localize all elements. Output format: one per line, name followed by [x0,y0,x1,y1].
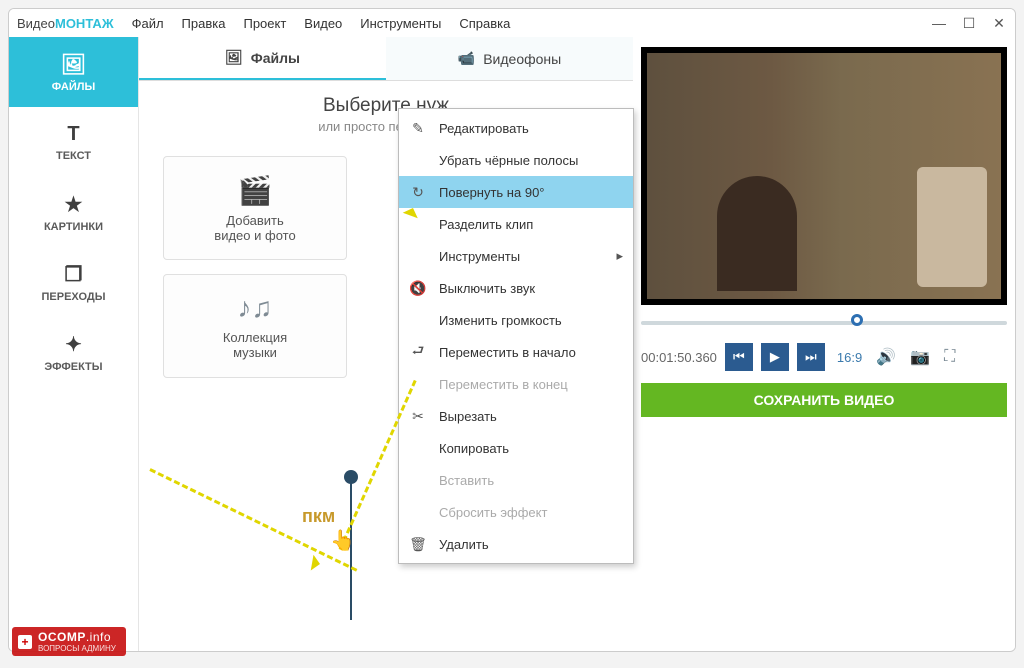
menu-item-label: Выключить звук [439,281,535,296]
card-label: Добавить видео и фото [214,213,295,243]
context-menu: ✎ Редактировать Убрать чёрные полосы ↻ Повер… [398,108,634,564]
sidebar-item-text[interactable]: T ТЕКСТ [9,107,138,177]
sidebar-label: ЭФФЕКТЫ [44,361,102,373]
menu-bar: Файл Правка Проект Видео Инструменты Спр… [132,16,511,31]
menu-item-label: Изменить громкость [439,313,562,328]
sidebar-label: ФАЙЛЫ [52,81,95,93]
context-menu-item[interactable]: ✎ Редактировать [399,112,633,144]
image-icon: 🖼 [61,52,86,77]
menu-item-label: Сбросить эффект [439,505,547,520]
submenu-arrow-icon: ▸ [616,248,623,264]
menu-video[interactable]: Видео [304,16,342,31]
app-name-suffix: МОНТАЖ [55,16,114,31]
top-tabs: 🖼 Файлы 📹 Видеофоны [139,37,633,81]
prev-button[interactable]: ⏮ [725,343,753,371]
menu-item-icon: 🗑 [409,536,427,553]
menu-item-icon: 🔇 [409,280,427,297]
clapper-icon: 🎬 [238,174,273,207]
tab-label: Видеофоны [483,51,561,67]
sidebar-label: ТЕКСТ [56,150,91,162]
context-menu-item[interactable]: Изменить громкость [399,304,633,336]
wand-icon: ✦ [65,332,82,357]
menu-item-label: Повернуть на 90° [439,185,545,200]
watermark-suffix: .info [86,630,111,644]
context-menu-item[interactable]: 🔇 Выключить звук [399,272,633,304]
menu-item-label: Удалить [439,537,489,552]
sidebar-item-files[interactable]: 🖼 ФАЙЛЫ [9,37,138,107]
sidebar-label: КАРТИНКИ [44,221,103,233]
menu-item-label: Редактировать [439,121,529,136]
menu-help[interactable]: Справка [459,16,510,31]
menu-item-label: Переместить в конец [439,377,568,392]
context-menu-item[interactable]: 🗑 Удалить [399,528,633,560]
transitions-icon: ❐ [65,262,83,287]
annotation-right-click: пкм [302,506,335,527]
title-bar: ВидеоМОНТАЖ Файл Правка Проект Видео Инс… [9,9,1015,37]
left-sidebar: 🖼 ФАЙЛЫ T ТЕКСТ ★ КАРТИНКИ ❐ ПЕРЕХОДЫ ✦ ЭФФЕК… [9,37,139,651]
sidebar-item-effects[interactable]: ✦ ЭФФЕКТЫ [9,317,138,387]
menu-item-icon: ✎ [409,120,427,137]
menu-item-label: Вставить [439,473,494,488]
menu-file[interactable]: Файл [132,16,164,31]
timecode: 00:01:50.360 [641,350,717,365]
fullscreen-icon[interactable]: ⛶ [944,348,955,366]
snapshot-icon[interactable]: 📷 [910,347,930,367]
context-menu-item: Сбросить эффект [399,496,633,528]
context-menu-item: Переместить в конец [399,368,633,400]
menu-item-label: Копировать [439,441,509,456]
menu-item-label: Инструменты [439,249,520,264]
next-button[interactable]: ⏭ [797,343,825,371]
tab-label: Файлы [251,50,300,66]
menu-item-icon: ⮐ [409,340,427,364]
menu-tools[interactable]: Инструменты [360,16,441,31]
menu-item-label: Убрать чёрные полосы [439,153,578,168]
sidebar-item-pictures[interactable]: ★ КАРТИНКИ [9,177,138,247]
player-controls: 00:01:50.360 ⏮ ▶ ⏭ 16:9 🔊 📷 ⛶ [633,339,1015,381]
watermark-brand: OCOMP [38,630,86,644]
text-icon: T [67,123,79,146]
context-menu-item[interactable]: Копировать [399,432,633,464]
music-icon: ♪♫ [238,292,273,324]
save-video-button[interactable]: СОХРАНИТЬ ВИДЕО [641,383,1007,417]
add-video-card[interactable]: 🎬 Добавить видео и фото [163,156,347,260]
play-button[interactable]: ▶ [761,343,789,371]
menu-item-label: Переместить в начало [439,345,576,360]
video-preview [641,47,1007,305]
context-menu-item[interactable]: Убрать чёрные полосы [399,144,633,176]
plus-icon: + [18,635,32,649]
context-menu-item[interactable]: ✂ Вырезать [399,400,633,432]
menu-item-label: Разделить клип [439,217,533,232]
camera-icon: 📹 [458,50,475,67]
sidebar-item-transitions[interactable]: ❐ ПЕРЕХОДЫ [9,247,138,317]
card-label: Коллекция музыки [223,330,287,360]
window-minimize-button[interactable]: — [931,15,947,32]
menu-item-icon: ✂ [409,408,427,425]
scrub-bar[interactable] [641,313,1007,333]
sidebar-label: ПЕРЕХОДЫ [42,291,106,303]
context-menu-item[interactable]: ↻ Повернуть на 90° [399,176,633,208]
watermark: + OCOMP.info ВОПРОСЫ АДМИНУ [12,627,126,656]
star-icon: ★ [65,192,83,217]
context-menu-item[interactable]: ⮐ Переместить в начало [399,336,633,368]
menu-edit[interactable]: Правка [182,16,226,31]
music-collection-card[interactable]: ♪♫ Коллекция музыки [163,274,347,378]
picture-icon: 🖼 [225,49,243,66]
menu-item-label: Вырезать [439,409,497,424]
context-menu-item: Вставить [399,464,633,496]
scrub-handle[interactable] [851,314,863,326]
context-menu-item[interactable]: Инструменты ▸ [399,240,633,272]
context-menu-item[interactable]: Разделить клип [399,208,633,240]
menu-project[interactable]: Проект [243,16,286,31]
volume-icon[interactable]: 🔊 [876,347,896,367]
cursor-icon: 👆 [330,528,355,553]
app-name-prefix: Видео [17,16,55,31]
tab-backgrounds[interactable]: 📹 Видеофоны [386,37,633,80]
tab-files[interactable]: 🖼 Файлы [139,37,386,80]
watermark-tag: ВОПРОСЫ АДМИНУ [38,644,116,653]
menu-item-icon: ↻ [409,184,427,201]
timeline-toolbar: ▯|▯ Разделить ✂ ▢ ↻ [9,651,1015,652]
aspect-ratio[interactable]: 16:9 [837,350,862,365]
window-close-button[interactable]: ✕ [991,15,1007,32]
window-maximize-button[interactable]: ☐ [961,15,977,32]
